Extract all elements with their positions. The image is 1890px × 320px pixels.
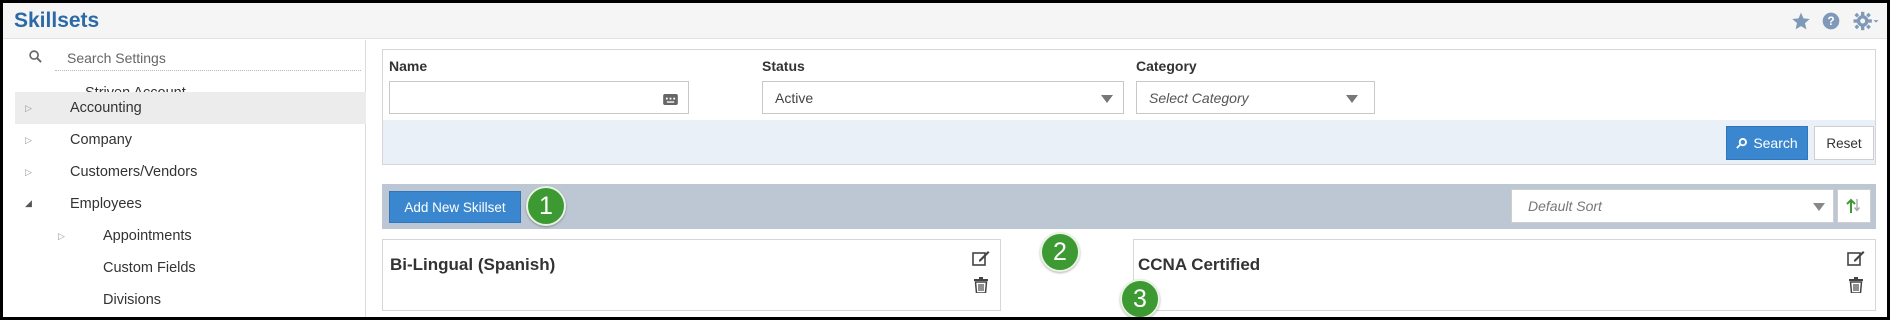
search-button-label: Search — [1753, 135, 1798, 151]
star-icon[interactable] — [1791, 11, 1811, 31]
sidebar-item-label: Employees — [70, 196, 142, 212]
skillsets-window: Skillsets ? Striven Account ▷ Accounti — [3, 3, 1887, 317]
sort-arrows-icon — [1846, 198, 1861, 213]
sidebar-item-label: Accounting — [70, 100, 142, 116]
sidebar-item-label: Company — [70, 132, 133, 148]
category-select[interactable]: Select Category — [1136, 81, 1375, 114]
settings-search — [15, 40, 366, 74]
chevron-down-icon — [1813, 203, 1825, 211]
skillset-card[interactable]: Bi-Lingual (Spanish) — [382, 239, 1001, 311]
keyboard-icon[interactable] — [663, 92, 678, 108]
category-value: Select Category — [1149, 89, 1249, 106]
callout-2: 2 — [1040, 232, 1080, 272]
settings-sidebar: Striven Account ▷ Accounting ▷ Company ▷… — [15, 40, 366, 317]
filter-actions-bar — [383, 120, 1875, 164]
sidebar-item-label: Divisions — [103, 292, 162, 308]
trash-icon[interactable] — [974, 277, 988, 296]
status-value: Active — [775, 89, 814, 106]
sidebar-item-label: Appointments — [103, 228, 192, 244]
callout-3: 3 — [1120, 279, 1160, 317]
edit-icon[interactable] — [1847, 250, 1865, 269]
category-label: Category — [1136, 58, 1197, 74]
callout-1: 1 — [526, 186, 566, 226]
skillset-title: CCNA Certified — [1138, 255, 1261, 274]
search-icon — [1736, 138, 1748, 149]
sidebar-item-accounting[interactable]: ▷ Accounting — [15, 92, 366, 124]
expand-arrow-icon[interactable]: ▷ — [58, 231, 65, 242]
sidebar-item-divisions[interactable]: Divisions — [15, 284, 366, 316]
reset-button[interactable]: Reset — [1814, 126, 1874, 160]
sidebar-item-custom-fields[interactable]: Custom Fields — [15, 252, 366, 284]
sidebar-item-label: Customers/Vendors — [70, 164, 198, 180]
skillset-title: Bi-Lingual (Spanish) — [390, 255, 556, 274]
edit-icon[interactable] — [972, 250, 990, 269]
collapse-arrow-icon[interactable]: ◢ — [25, 198, 32, 209]
skillset-card[interactable]: CCNA Certified — [1133, 239, 1876, 311]
help-icon[interactable]: ? — [1821, 11, 1841, 31]
page-title: Skillsets — [14, 9, 100, 32]
status-select[interactable]: Active — [762, 81, 1124, 114]
sidebar-item-company[interactable]: ▷ Company — [15, 124, 366, 156]
search-icon — [29, 50, 42, 66]
add-new-skillset-button[interactable]: Add New Skillset — [389, 191, 521, 223]
sidebar-item-label: Custom Fields — [103, 260, 196, 276]
search-button[interactable]: Search — [1726, 126, 1808, 160]
filter-panel: Name Status Active Category Select Categ… — [382, 49, 1876, 165]
sidebar-item-employees[interactable]: ◢ Employees — [15, 188, 366, 220]
expand-arrow-icon[interactable]: ▷ — [25, 167, 32, 178]
status-label: Status — [762, 58, 805, 74]
chevron-down-icon — [1101, 95, 1113, 103]
trash-icon[interactable] — [1849, 277, 1863, 296]
name-label: Name — [389, 58, 428, 74]
title-actions: ? — [1791, 11, 1881, 31]
sort-value: Default Sort — [1528, 198, 1602, 214]
expand-arrow-icon[interactable]: ▷ — [25, 103, 32, 114]
list-toolbar: Add New Skillset Default Sort — [382, 184, 1876, 229]
sort-direction-button[interactable] — [1837, 189, 1871, 223]
name-field[interactable] — [389, 81, 689, 114]
gear-icon[interactable] — [1851, 11, 1881, 31]
search-settings-input[interactable] — [55, 45, 361, 71]
svg-text:?: ? — [1827, 15, 1834, 28]
sidebar-item-customers-vendors[interactable]: ▷ Customers/Vendors — [15, 156, 366, 188]
sort-select[interactable]: Default Sort — [1511, 189, 1834, 223]
sidebar-item-appointments[interactable]: ▷ Appointments — [15, 220, 366, 252]
expand-arrow-icon[interactable]: ▷ — [25, 135, 32, 146]
chevron-down-icon — [1346, 95, 1358, 103]
title-bar: Skillsets ? — [3, 3, 1887, 39]
